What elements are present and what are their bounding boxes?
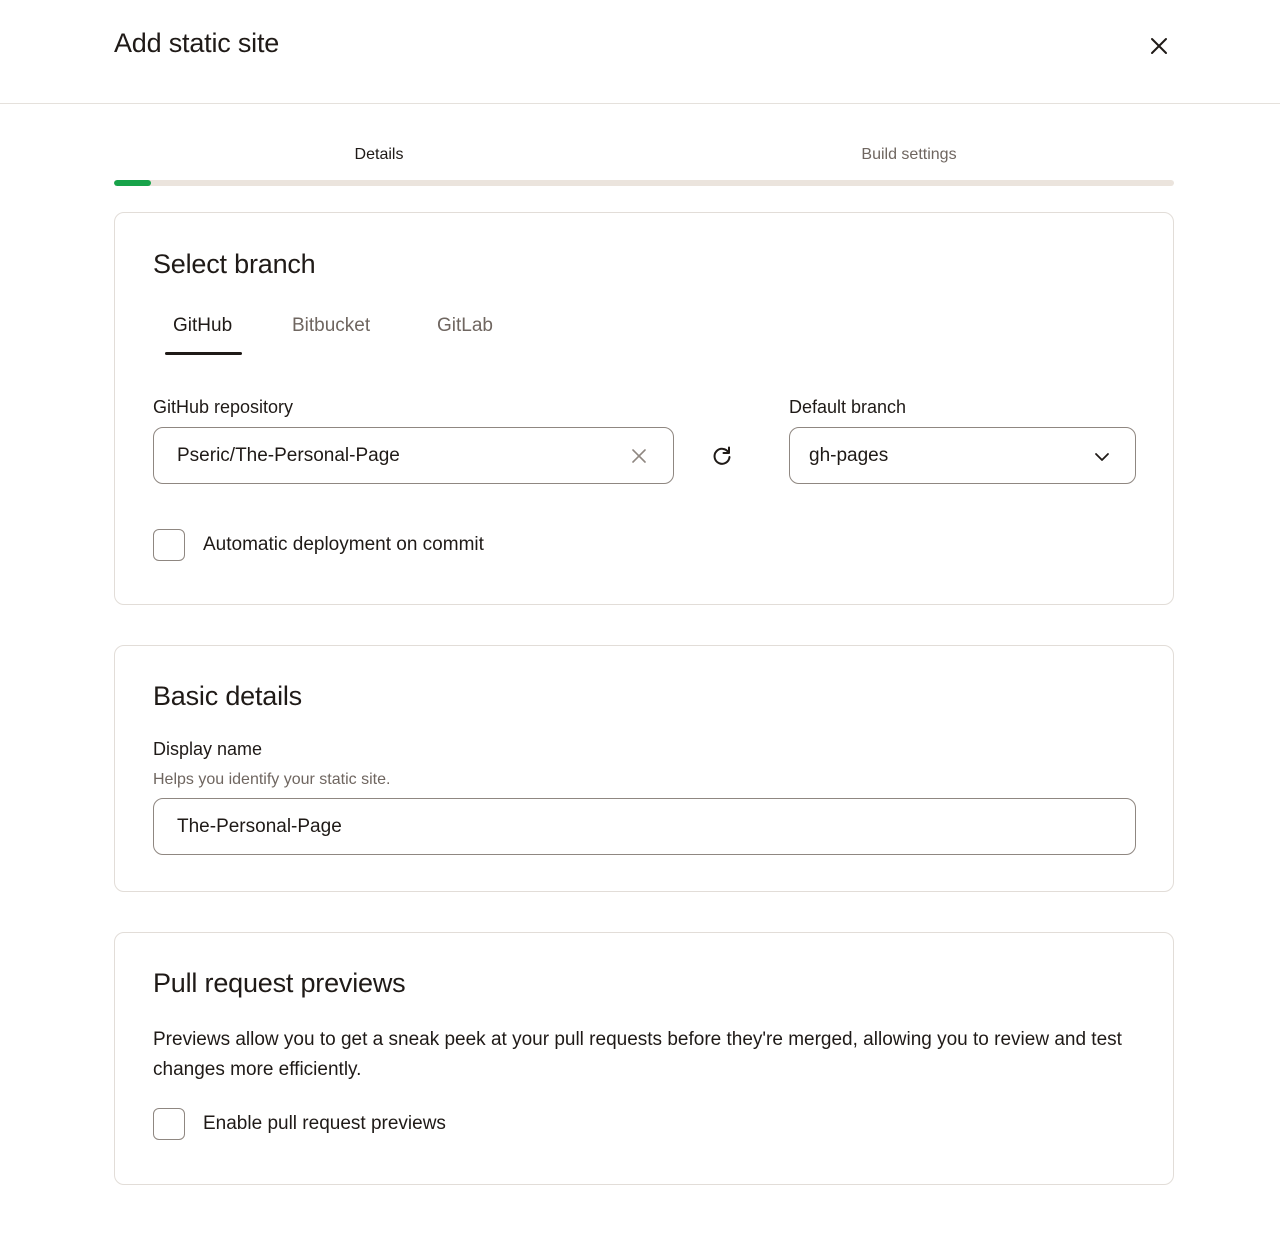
close-icon: [1151, 38, 1167, 54]
step-progress-track: [114, 180, 1174, 186]
default-branch-select[interactable]: gh-pages: [789, 427, 1136, 484]
auto-deploy-row: Automatic deployment on commit: [153, 529, 484, 561]
select-branch-title: Select branch: [153, 249, 316, 279]
basic-details-title: Basic details: [153, 681, 302, 711]
select-branch-card: Select branch GitHub Bitbucket GitLab Gi…: [114, 212, 1174, 605]
dialog-header: Add static site: [0, 0, 1280, 104]
display-name-label: Display name: [153, 739, 263, 759]
pull-request-previews-title: Pull request previews: [153, 968, 406, 998]
enable-previews-checkbox[interactable]: [153, 1108, 185, 1140]
tab-gitlab[interactable]: GitLab: [437, 315, 493, 357]
display-name-value: The-Personal-Page: [177, 815, 342, 837]
tab-bitbucket[interactable]: Bitbucket: [292, 315, 370, 357]
dialog-title: Add static site: [114, 28, 280, 58]
basic-details-card: Basic details Display name Helps you ide…: [114, 645, 1174, 892]
chevron-down-icon: [1095, 453, 1109, 461]
display-name-input[interactable]: The-Personal-Page: [153, 798, 1136, 855]
github-repository-value: Pseric/The-Personal-Page: [177, 444, 400, 466]
step-details[interactable]: Details: [114, 146, 644, 164]
default-branch-value: gh-pages: [809, 444, 889, 466]
pull-request-previews-description: Previews allow you to get a sneak peek a…: [153, 1029, 1122, 1080]
enable-previews-row: Enable pull request previews: [153, 1108, 446, 1140]
clear-icon: [632, 449, 646, 463]
close-button[interactable]: [1146, 33, 1172, 59]
default-branch-label: Default branch: [789, 397, 907, 417]
active-tab-indicator: [165, 352, 242, 355]
auto-deploy-label: Automatic deployment on commit: [203, 534, 484, 555]
github-repository-input[interactable]: Pseric/The-Personal-Page: [153, 427, 674, 484]
step-build-settings[interactable]: Build settings: [644, 146, 1174, 164]
github-repository-label: GitHub repository: [153, 397, 294, 417]
default-branch-chevron: [1091, 446, 1113, 468]
clear-repository-button[interactable]: [629, 446, 649, 466]
tab-github[interactable]: GitHub: [173, 315, 232, 357]
enable-previews-label: Enable pull request previews: [203, 1113, 446, 1134]
step-progress-fill: [114, 180, 152, 186]
auto-deploy-checkbox[interactable]: [153, 529, 185, 561]
stepper: Details Build settings: [114, 142, 1174, 192]
refresh-repositories-button[interactable]: [708, 442, 736, 470]
refresh-icon: [713, 446, 731, 465]
display-name-helper: Helps you identify your static site.: [153, 771, 391, 788]
pull-request-previews-card: Pull request previews Previews allow you…: [114, 932, 1174, 1185]
